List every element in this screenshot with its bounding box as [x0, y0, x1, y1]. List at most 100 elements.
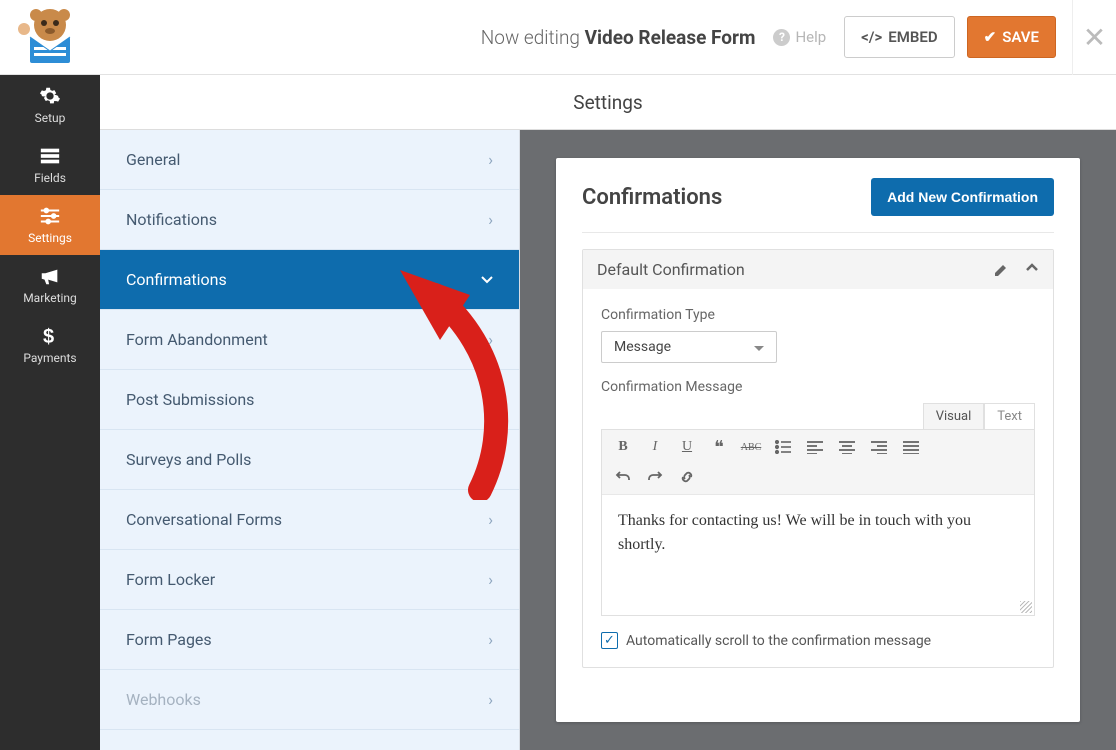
sidebar-label: Fields — [34, 171, 66, 185]
help-icon: ? — [773, 29, 790, 46]
chevron-up-icon[interactable] — [1025, 262, 1039, 278]
edit-icon[interactable] — [993, 262, 1009, 278]
editor-content: Thanks for contacting us! We will be in … — [618, 512, 971, 553]
submenu-item-form-abandonment[interactable]: Form Abandonment › — [100, 310, 519, 370]
submenu-label: Post Submissions — [126, 390, 254, 409]
sidebar-item-marketing[interactable]: Marketing — [0, 255, 100, 315]
sidebar-item-fields[interactable]: Fields — [0, 135, 100, 195]
svg-text:$: $ — [43, 326, 54, 347]
logo — [0, 0, 100, 74]
submenu-label: Form Pages — [126, 630, 212, 649]
submenu-label: Surveys and Polls — [126, 450, 251, 469]
submenu-label: Conversational Forms — [126, 510, 282, 529]
chevron-right-icon: › — [488, 210, 493, 229]
align-right-icon[interactable] — [864, 434, 894, 460]
checkbox-checked-icon: ✓ — [601, 632, 618, 649]
submenu-label: Notifications — [126, 210, 217, 229]
sidebar-label: Setup — [35, 111, 66, 125]
link-icon[interactable] — [672, 464, 702, 490]
sidebar-item-setup[interactable]: Setup — [0, 75, 100, 135]
tab-text[interactable]: Text — [984, 403, 1035, 429]
sidebar-item-settings[interactable]: Settings — [0, 195, 100, 255]
confirmation-type-select[interactable]: Message — [601, 331, 777, 363]
chevron-down-icon — [481, 276, 493, 284]
preview-column: Confirmations Add New Confirmation Defau… — [520, 130, 1116, 750]
form-title: Now editing Video Release Form — [100, 26, 765, 49]
submenu-item-post-submissions[interactable]: Post Submissions › — [100, 370, 519, 430]
save-label: SAVE — [1002, 28, 1039, 46]
bullhorn-icon — [39, 265, 61, 287]
autoscroll-label: Automatically scroll to the confirmation… — [626, 633, 931, 649]
chevron-right-icon: › — [488, 570, 493, 589]
embed-button[interactable]: </> EMBED — [844, 16, 954, 58]
confirmation-block-title: Default Confirmation — [597, 260, 745, 279]
bold-icon[interactable]: B — [608, 434, 638, 460]
chevron-right-icon: › — [488, 690, 493, 709]
editor-tabs: Visual Text — [601, 403, 1035, 429]
save-button[interactable]: ✔ SAVE — [967, 16, 1056, 58]
sidebar-label: Settings — [28, 231, 72, 245]
underline-icon[interactable]: U — [672, 434, 702, 460]
page-title: Settings — [100, 75, 1116, 130]
confirmations-panel: Confirmations Add New Confirmation Defau… — [556, 158, 1080, 722]
undo-icon[interactable] — [608, 464, 638, 490]
list-icon — [39, 145, 61, 167]
help-link[interactable]: ? Help — [773, 28, 826, 46]
confirmation-type-label: Confirmation Type — [601, 307, 1035, 323]
editing-prefix: Now editing — [481, 26, 585, 49]
chevron-right-icon: › — [488, 630, 493, 649]
strikethrough-icon[interactable]: ABC — [736, 434, 766, 460]
redo-icon[interactable] — [640, 464, 670, 490]
submenu-label: Confirmations — [126, 270, 227, 289]
chevron-right-icon: › — [488, 510, 493, 529]
top-bar: Now editing Video Release Form ? Help </… — [0, 0, 1116, 75]
chevron-right-icon: › — [488, 330, 493, 349]
confirmation-message-label: Confirmation Message — [601, 379, 1035, 395]
align-left-icon[interactable] — [800, 434, 830, 460]
settings-submenu: General › Notifications › Confirmations Fo… — [100, 130, 520, 750]
submenu-item-general[interactable]: General › — [100, 130, 519, 190]
chevron-right-icon: › — [488, 390, 493, 409]
sliders-icon — [39, 205, 61, 227]
close-button[interactable]: ✕ — [1072, 0, 1116, 75]
editor-toolbar: B I U ❝ ABC — [602, 430, 1034, 495]
sidebar-label: Payments — [23, 351, 76, 365]
dollar-icon: $ — [39, 325, 61, 347]
chevron-right-icon: › — [488, 150, 493, 169]
submenu-item-notifications[interactable]: Notifications › — [100, 190, 519, 250]
code-icon: </> — [861, 28, 882, 46]
submenu-item-form-locker[interactable]: Form Locker › — [100, 550, 519, 610]
select-value: Message — [614, 339, 671, 355]
align-justify-icon[interactable] — [896, 434, 926, 460]
main-sidebar: Setup Fields Settings Marketing $ Paymen… — [0, 75, 100, 750]
submenu-item-conversational-forms[interactable]: Conversational Forms › — [100, 490, 519, 550]
submenu-label: Webhooks — [126, 690, 201, 709]
submenu-item-form-pages[interactable]: Form Pages › — [100, 610, 519, 670]
confirmation-message-editor[interactable]: Thanks for contacting us! We will be in … — [602, 495, 1034, 615]
gear-icon — [39, 85, 61, 107]
quote-icon[interactable]: ❝ — [704, 434, 734, 460]
add-new-confirmation-button[interactable]: Add New Confirmation — [871, 178, 1054, 216]
submenu-item-surveys-polls[interactable]: Surveys and Polls › — [100, 430, 519, 490]
resize-grip[interactable] — [1020, 601, 1032, 613]
help-label: Help — [795, 28, 826, 46]
default-confirmation-block: Default Confirmation Confirmation Type M… — [582, 249, 1054, 668]
bullet-list-icon[interactable] — [768, 434, 798, 460]
autoscroll-checkbox-row[interactable]: ✓ Automatically scroll to the confirmati… — [601, 632, 1035, 649]
chevron-right-icon: › — [488, 450, 493, 469]
embed-label: EMBED — [888, 28, 937, 46]
submenu-label: Form Locker — [126, 570, 215, 589]
submenu-item-webhooks[interactable]: Webhooks › — [100, 670, 519, 730]
check-icon: ✔ — [984, 28, 997, 46]
submenu-label: Form Abandonment — [126, 330, 268, 349]
confirmation-block-header[interactable]: Default Confirmation — [583, 250, 1053, 289]
submenu-item-confirmations[interactable]: Confirmations — [100, 250, 519, 310]
sidebar-item-payments[interactable]: $ Payments — [0, 315, 100, 375]
sidebar-label: Marketing — [23, 291, 77, 305]
submenu-label: General — [126, 150, 180, 169]
align-center-icon[interactable] — [832, 434, 862, 460]
panel-title: Confirmations — [582, 185, 722, 210]
tab-visual[interactable]: Visual — [923, 403, 985, 429]
form-name: Video Release Form — [585, 26, 756, 49]
italic-icon[interactable]: I — [640, 434, 670, 460]
